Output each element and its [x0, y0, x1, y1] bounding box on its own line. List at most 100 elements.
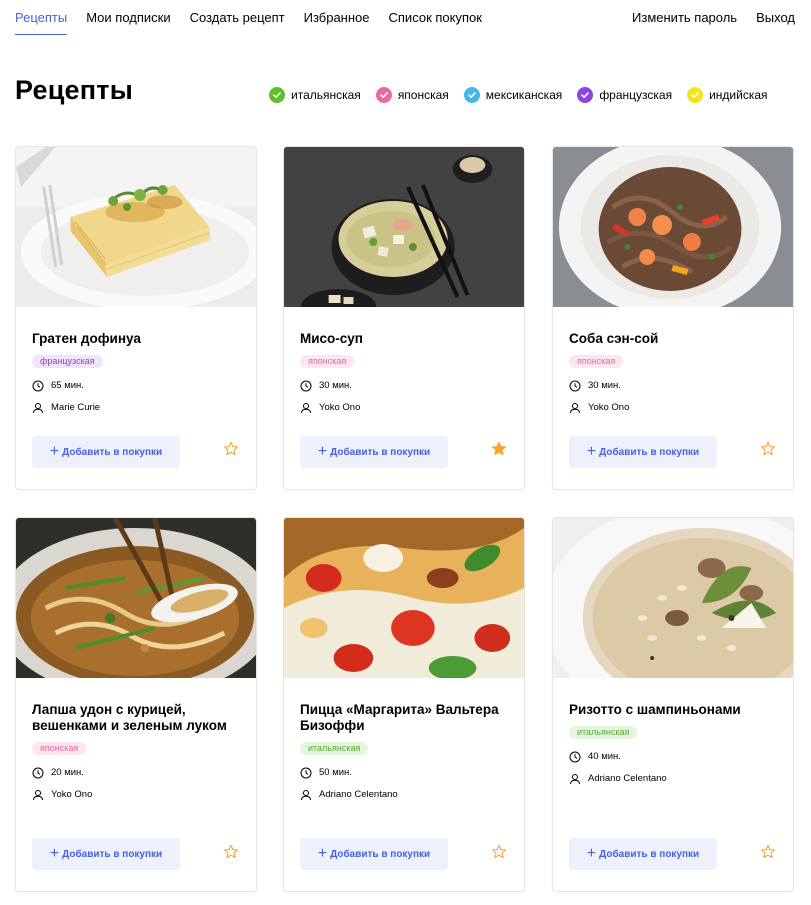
filter-japanese[interactable]: японская: [375, 87, 449, 103]
nav-create-recipe[interactable]: Создать рецепт: [190, 10, 285, 26]
nav-recipes[interactable]: Рецепты: [15, 10, 68, 35]
author-name: Yoko Ono: [588, 402, 630, 413]
star-icon[interactable]: [760, 441, 776, 457]
checkmark-icon: [269, 87, 285, 103]
recipe-image[interactable]: [284, 518, 524, 678]
card-body: Гратен дофинуа французская 65 мин. Marie…: [32, 331, 240, 414]
filter-french[interactable]: французская: [577, 87, 672, 103]
recipe-image[interactable]: [16, 518, 256, 678]
filter-label: итальянская: [291, 88, 361, 102]
user-icon: [33, 403, 43, 414]
star-icon[interactable]: [223, 844, 239, 860]
filter-label: японская: [397, 88, 449, 102]
tag-filters: итальянская японская мексиканская францу…: [269, 87, 783, 103]
cook-time: 50 мин.: [300, 767, 508, 779]
nav-favorites[interactable]: Избранное: [304, 10, 370, 26]
cook-time: 65 мин.: [32, 380, 240, 392]
clock-icon: [569, 380, 581, 392]
author-name: Yoko Ono: [319, 402, 361, 413]
author-name: Adriano Celentano: [319, 789, 398, 800]
add-to-shopping-label: Добавить в покупки: [599, 848, 700, 860]
author[interactable]: Yoko Ono: [569, 402, 777, 414]
recipe-card: Гратен дофинуа французская 65 мин. Marie…: [15, 146, 257, 490]
recipe-tag: японская: [569, 355, 624, 368]
recipe-tag: японская: [300, 355, 355, 368]
cook-time-text: 40 мин.: [588, 751, 621, 762]
user-icon: [301, 790, 311, 801]
cook-time-text: 65 мин.: [51, 380, 84, 391]
recipe-tag: итальянская: [569, 726, 638, 739]
page-title: Рецепты: [15, 75, 133, 105]
main-menu: Рецепты Мои подписки Создать рецепт Избр…: [15, 10, 501, 35]
card-body: Соба сэн-сой японская 30 мин. Yoko Ono: [569, 331, 777, 414]
user-icon: [33, 790, 43, 801]
plus-icon: +: [49, 845, 60, 862]
user-icon: [570, 403, 580, 414]
author-name: Yoko Ono: [51, 789, 93, 800]
recipe-image[interactable]: [16, 147, 256, 307]
recipe-image[interactable]: [284, 147, 524, 307]
star-icon[interactable]: [223, 441, 239, 457]
add-to-shopping-button[interactable]: + Добавить в покупки: [569, 838, 717, 870]
recipe-image[interactable]: [553, 147, 793, 307]
add-to-shopping-label: Добавить в покупки: [62, 848, 163, 860]
plus-icon: +: [586, 845, 597, 862]
nav-logout[interactable]: Выход: [756, 10, 795, 26]
recipe-title[interactable]: Мисо-суп: [300, 331, 508, 347]
plus-icon: +: [317, 443, 328, 460]
top-navigation: Рецепты Мои подписки Создать рецепт Избр…: [0, 0, 811, 36]
add-to-shopping-button[interactable]: + Добавить в покупки: [300, 436, 448, 468]
nav-shopping-list[interactable]: Список покупок: [389, 10, 482, 26]
plus-icon: +: [317, 845, 328, 862]
clock-icon: [32, 380, 44, 392]
add-to-shopping-button[interactable]: + Добавить в покупки: [32, 838, 180, 870]
recipe-tag: французская: [32, 355, 103, 368]
user-icon: [570, 774, 580, 785]
filter-italian[interactable]: итальянская: [269, 87, 361, 103]
checkmark-icon: [375, 87, 392, 103]
star-icon[interactable]: [491, 844, 507, 860]
add-to-shopping-label: Добавить в покупки: [330, 848, 431, 860]
add-to-shopping-button[interactable]: + Добавить в покупки: [300, 838, 448, 870]
recipe-card: Мисо-суп японская 30 мин. Yoko Ono + Доба…: [283, 146, 525, 490]
add-to-shopping-button[interactable]: + Добавить в покупки: [32, 436, 180, 468]
author[interactable]: Marie Curie: [32, 402, 240, 414]
clock-icon: [300, 767, 312, 779]
filter-label: французская: [599, 88, 673, 102]
nav-subscriptions[interactable]: Мои подписки: [86, 10, 170, 26]
recipe-title[interactable]: Гратен дофинуа: [32, 331, 240, 347]
add-to-shopping-label: Добавить в покупки: [330, 446, 431, 458]
cook-time: 40 мин.: [569, 751, 777, 763]
card-body: Мисо-суп японская 30 мин. Yoko Ono: [300, 331, 508, 414]
nav-change-password[interactable]: Изменить пароль: [632, 10, 737, 26]
author[interactable]: Adriano Celentano: [569, 773, 777, 785]
user-icon: [301, 403, 311, 414]
checkmark-icon: [463, 87, 480, 103]
card-body: Ризотто с шампиньонами итальянская 40 ми…: [569, 702, 777, 785]
account-menu: Изменить пароль Выход: [613, 10, 795, 26]
add-to-shopping-button[interactable]: + Добавить в покупки: [569, 436, 717, 468]
clock-icon: [569, 751, 581, 763]
cook-time: 30 мин.: [569, 380, 777, 392]
cook-time-text: 30 мин.: [319, 380, 352, 391]
recipe-card: Соба сэн-сой японская 30 мин. Yoko Ono +…: [552, 146, 794, 490]
recipe-image[interactable]: [553, 518, 793, 678]
author[interactable]: Adriano Celentano: [300, 789, 508, 801]
recipe-title[interactable]: Пицца «Маргарита» Вальтера Бизоффи: [300, 702, 508, 734]
filter-mexican[interactable]: мексиканская: [463, 87, 562, 103]
recipe-card: Лапша удон с курицей, вешенками и зелены…: [15, 517, 257, 892]
author-name: Adriano Celentano: [588, 773, 667, 784]
recipe-title[interactable]: Лапша удон с курицей, вешенками и зелены…: [32, 702, 240, 734]
clock-icon: [300, 380, 312, 392]
recipe-card: Ризотто с шампиньонами итальянская 40 ми…: [552, 517, 794, 892]
author[interactable]: Yoko Ono: [300, 402, 508, 414]
author[interactable]: Yoko Ono: [32, 789, 240, 801]
star-icon[interactable]: [760, 844, 776, 860]
filter-label: индийская: [709, 88, 768, 102]
recipe-title[interactable]: Ризотто с шампиньонами: [569, 702, 777, 718]
recipe-title[interactable]: Соба сэн-сой: [569, 331, 777, 347]
cook-time-text: 50 мин.: [319, 767, 352, 778]
star-filled-icon[interactable]: [491, 441, 507, 457]
cook-time: 20 мин.: [32, 767, 240, 779]
filter-indian[interactable]: индийская: [687, 87, 768, 103]
